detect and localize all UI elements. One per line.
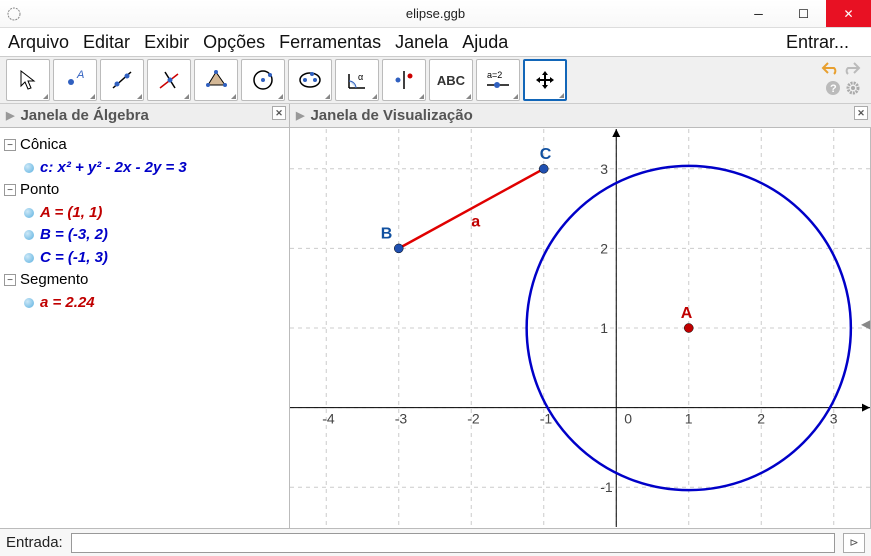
tree-item-segment-a[interactable]: a = 2.24 bbox=[4, 292, 285, 315]
maximize-button[interactable]: ☐ bbox=[781, 0, 826, 27]
tool-reflect[interactable] bbox=[382, 59, 426, 101]
window-title: elipse.ggb bbox=[406, 6, 465, 21]
menu-editar[interactable]: Editar bbox=[83, 32, 130, 53]
help-icon[interactable]: ? bbox=[825, 80, 841, 99]
svg-text:-2: -2 bbox=[467, 411, 480, 427]
svg-text:1: 1 bbox=[600, 320, 608, 336]
input-bar: Entrada: ⊳ bbox=[0, 528, 871, 556]
svg-text:B: B bbox=[381, 225, 393, 242]
tool-move[interactable] bbox=[6, 59, 50, 101]
redo-icon[interactable] bbox=[843, 61, 861, 78]
menu-opcoes[interactable]: Opções bbox=[203, 32, 265, 53]
algebra-header: ▶ Janela de Álgebra ✕ bbox=[0, 104, 289, 128]
toggle-icon[interactable]: − bbox=[4, 184, 16, 196]
svg-text:?: ? bbox=[830, 83, 837, 95]
tool-angle[interactable]: α bbox=[335, 59, 379, 101]
title-bar: elipse.ggb ─ ☐ ✕ bbox=[0, 0, 871, 28]
graphics-header: ▶ Janela de Visualização ✕ bbox=[290, 104, 871, 128]
svg-text:1: 1 bbox=[685, 411, 693, 427]
algebra-tree: −Cônica c: x² + y² - 2x - 2y = 3 −Ponto … bbox=[0, 128, 289, 320]
graphics-title: Janela de Visualização bbox=[310, 107, 472, 124]
svg-text:2: 2 bbox=[757, 411, 765, 427]
collapse-icon[interactable]: ▶ bbox=[296, 109, 304, 122]
toggle-icon[interactable]: − bbox=[4, 274, 16, 286]
graphics-panel: ▶ Janela de Visualização ✕ -4-3-2-10123-… bbox=[290, 104, 871, 528]
menu-arquivo[interactable]: Arquivo bbox=[8, 32, 69, 53]
graphics-close-icon[interactable]: ✕ bbox=[854, 106, 868, 120]
toggle-icon[interactable]: − bbox=[4, 139, 16, 151]
toolbar: A α ABC a=2 bbox=[0, 56, 871, 104]
menu-bar: Arquivo Editar Exibir Opções Ferramentas… bbox=[0, 28, 871, 56]
visibility-bullet-icon[interactable] bbox=[24, 163, 34, 173]
undo-icon[interactable] bbox=[821, 61, 839, 78]
svg-text:3: 3 bbox=[600, 161, 608, 177]
app-icon bbox=[6, 6, 22, 22]
tree-item-point-b[interactable]: B = (-3, 2) bbox=[4, 224, 285, 247]
side-expand-icon[interactable]: ◀ bbox=[861, 316, 871, 332]
menu-exibir[interactable]: Exibir bbox=[144, 32, 189, 53]
visibility-bullet-icon[interactable] bbox=[24, 253, 34, 263]
visibility-bullet-icon[interactable] bbox=[24, 230, 34, 240]
svg-text:a=2: a=2 bbox=[487, 70, 502, 80]
tree-cat-point[interactable]: −Ponto bbox=[4, 179, 285, 202]
tool-move-view[interactable] bbox=[523, 59, 567, 101]
minimize-button[interactable]: ─ bbox=[736, 0, 781, 27]
algebra-title: Janela de Álgebra bbox=[20, 107, 148, 124]
main-area: ▶ Janela de Álgebra ✕ −Cônica c: x² + y²… bbox=[0, 104, 871, 528]
visibility-bullet-icon[interactable] bbox=[24, 208, 34, 218]
coordinate-plot[interactable]: -4-3-2-10123-1123aABC bbox=[290, 128, 870, 528]
algebra-close-icon[interactable]: ✕ bbox=[272, 106, 286, 120]
command-input[interactable] bbox=[71, 533, 835, 553]
tool-text[interactable]: ABC bbox=[429, 59, 473, 101]
collapse-icon[interactable]: ▶ bbox=[6, 109, 14, 122]
tool-slider[interactable]: a=2 bbox=[476, 59, 520, 101]
input-label: Entrada: bbox=[6, 534, 63, 551]
tree-cat-segment[interactable]: −Segmento bbox=[4, 269, 285, 292]
menu-ajuda[interactable]: Ajuda bbox=[462, 32, 508, 53]
tree-item-conic-c[interactable]: c: x² + y² - 2x - 2y = 3 bbox=[4, 157, 285, 180]
tool-perpendicular[interactable] bbox=[147, 59, 191, 101]
menu-entrar[interactable]: Entrar... bbox=[786, 32, 849, 53]
graphics-canvas[interactable]: -4-3-2-10123-1123aABC bbox=[290, 128, 871, 528]
settings-icon[interactable] bbox=[845, 80, 861, 99]
svg-text:-3: -3 bbox=[395, 411, 408, 427]
svg-text:-1: -1 bbox=[600, 479, 613, 495]
menu-ferramentas[interactable]: Ferramentas bbox=[279, 32, 381, 53]
tree-cat-conic[interactable]: −Cônica bbox=[4, 134, 285, 157]
svg-text:C: C bbox=[540, 146, 552, 163]
svg-text:3: 3 bbox=[830, 411, 838, 427]
tool-ellipse[interactable] bbox=[288, 59, 332, 101]
menu-janela[interactable]: Janela bbox=[395, 32, 448, 53]
svg-text:a: a bbox=[471, 214, 480, 231]
svg-text:α: α bbox=[358, 72, 363, 82]
close-button[interactable]: ✕ bbox=[826, 0, 871, 27]
svg-text:2: 2 bbox=[600, 240, 608, 256]
svg-text:-4: -4 bbox=[322, 411, 335, 427]
tool-line[interactable] bbox=[100, 59, 144, 101]
tool-polygon[interactable] bbox=[194, 59, 238, 101]
svg-text:A: A bbox=[681, 305, 693, 322]
tool-point[interactable]: A bbox=[53, 59, 97, 101]
submit-button[interactable]: ⊳ bbox=[843, 533, 865, 553]
visibility-bullet-icon[interactable] bbox=[24, 298, 34, 308]
algebra-panel: ▶ Janela de Álgebra ✕ −Cônica c: x² + y²… bbox=[0, 104, 290, 528]
svg-text:0: 0 bbox=[624, 411, 632, 427]
window-controls: ─ ☐ ✕ bbox=[736, 0, 871, 27]
tree-item-point-a[interactable]: A = (1, 1) bbox=[4, 202, 285, 225]
tool-circle[interactable] bbox=[241, 59, 285, 101]
svg-text:A: A bbox=[76, 69, 84, 81]
tree-item-point-c[interactable]: C = (-1, 3) bbox=[4, 247, 285, 270]
